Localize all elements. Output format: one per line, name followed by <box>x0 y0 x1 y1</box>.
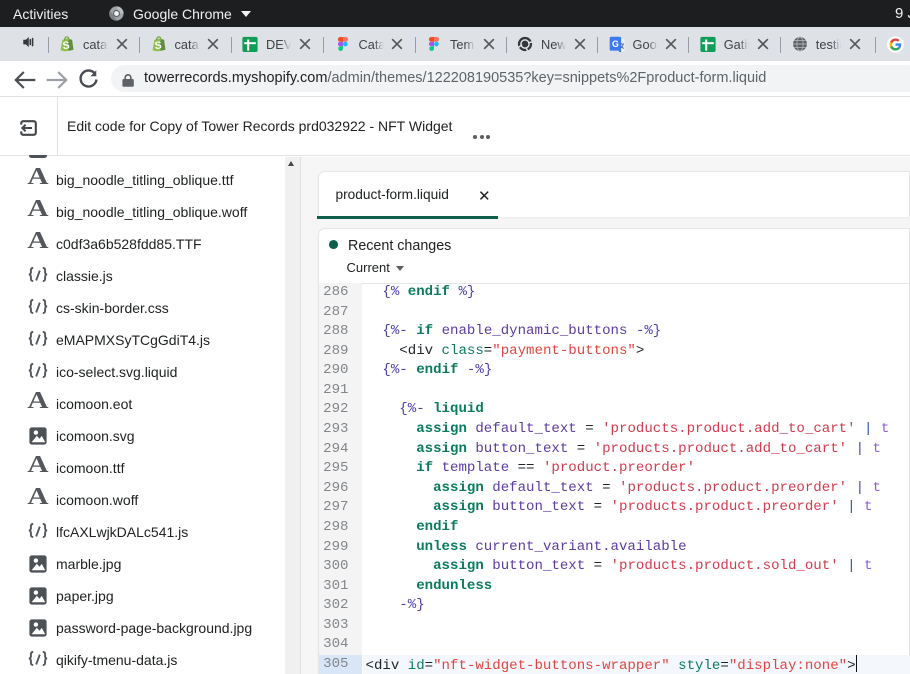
svg-text:G: G <box>611 39 618 49</box>
svg-text:S: S <box>154 39 162 52</box>
svg-text:S: S <box>62 39 70 52</box>
